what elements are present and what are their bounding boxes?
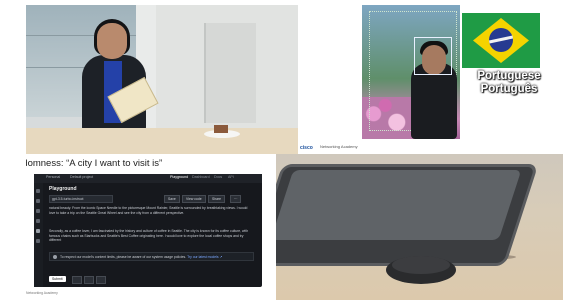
project-tab[interactable]: Default project bbox=[70, 175, 93, 179]
view-code-button[interactable]: View code bbox=[182, 195, 206, 203]
nav-playground[interactable]: Playground bbox=[170, 175, 188, 179]
slide-heading: ndomness: “A city I want to visit is” bbox=[26, 158, 163, 169]
person-face bbox=[97, 23, 127, 59]
submit-button[interactable]: Submit bbox=[49, 276, 66, 282]
language-english: Portuguese bbox=[477, 70, 541, 82]
translation-photo-panel: Portuguese Português cisco Networking Ac… bbox=[298, 5, 563, 154]
org-tab[interactable]: Personal bbox=[46, 175, 60, 179]
academy-logo-text: Networking Academy bbox=[320, 144, 358, 149]
office-door bbox=[204, 23, 256, 123]
nav-docs[interactable]: Docs bbox=[214, 175, 222, 179]
completion-paragraph[interactable]: Secondly, as a coffee lover, I am fascin… bbox=[49, 229, 249, 243]
reading-photo-panel bbox=[26, 5, 298, 154]
info-icon bbox=[53, 255, 57, 259]
language-native: Português bbox=[480, 83, 538, 95]
device-photo-panel bbox=[276, 154, 563, 300]
language-label: Portuguese Português bbox=[462, 70, 556, 96]
face-detection-box bbox=[414, 37, 452, 75]
nav-dashboard[interactable]: Dashboard bbox=[192, 175, 210, 179]
app-top-bar: Personal Default project Playground Dash… bbox=[34, 174, 262, 183]
app-sidebar bbox=[34, 183, 43, 287]
sidebar-icon[interactable] bbox=[36, 199, 40, 203]
nav-api[interactable]: API bbox=[228, 175, 234, 179]
notice-link[interactable]: Try our latest models ↗ bbox=[187, 255, 222, 259]
sidebar-icon[interactable] bbox=[36, 229, 40, 233]
completion-paragraph[interactable]: natural beauty. From the iconic Space Ne… bbox=[49, 206, 249, 215]
undo-button[interactable] bbox=[72, 276, 82, 284]
cisco-logo: cisco bbox=[300, 145, 313, 151]
cake-slice bbox=[214, 125, 228, 133]
history-button[interactable] bbox=[96, 276, 106, 284]
sidebar-icon[interactable] bbox=[36, 209, 40, 213]
academy-footer: Networking Academy bbox=[26, 291, 58, 295]
notice-text: To respect our model's content limits, p… bbox=[60, 255, 187, 259]
model-select[interactable]: gpt-3.5-turbo-instruct bbox=[49, 195, 113, 203]
save-button[interactable]: Save bbox=[164, 195, 180, 203]
playground-title: Playground bbox=[49, 186, 77, 192]
tablet-screen bbox=[276, 170, 522, 240]
playground-screenshot-panel: ndomness: “A city I want to visit is” Pe… bbox=[26, 154, 276, 300]
share-button[interactable]: Share bbox=[208, 195, 226, 203]
wooden-desk bbox=[26, 128, 298, 154]
regenerate-button[interactable] bbox=[84, 276, 94, 284]
sidebar-icon[interactable] bbox=[36, 189, 40, 193]
playground-app-window: Personal Default project Playground Dash… bbox=[34, 174, 262, 287]
usage-notice: To respect our model's content limits, p… bbox=[49, 252, 254, 261]
more-button[interactable]: ⋯ bbox=[230, 195, 242, 203]
sidebar-icon[interactable] bbox=[36, 219, 40, 223]
smart-speaker-top bbox=[392, 256, 450, 274]
sidebar-icon[interactable] bbox=[36, 239, 40, 243]
